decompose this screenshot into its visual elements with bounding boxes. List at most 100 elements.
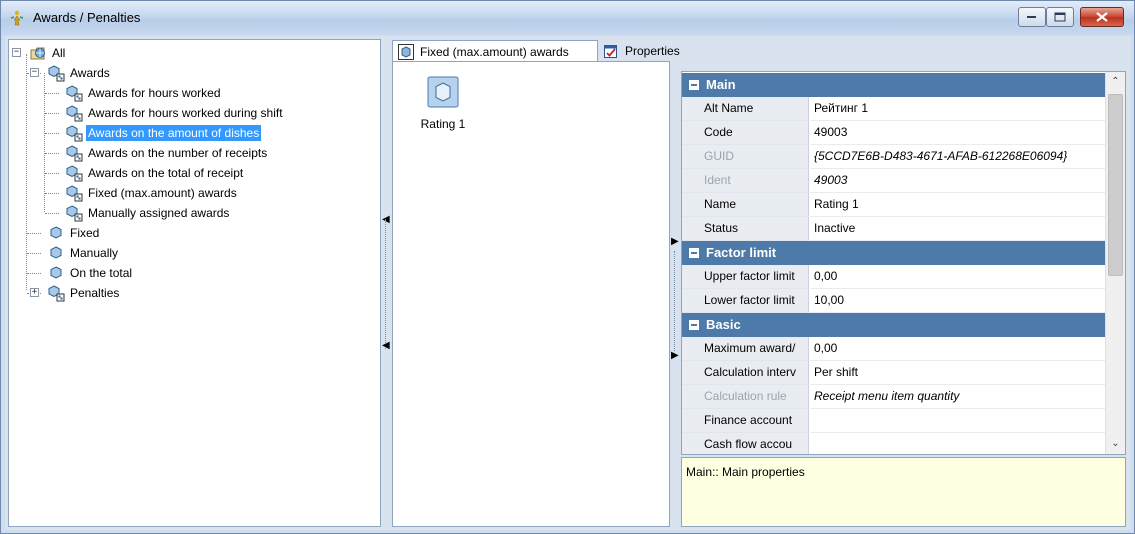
folder-globe-icon <box>30 47 45 60</box>
collapse-icon[interactable] <box>689 80 699 90</box>
property-row-finance-account[interactable]: Finance account <box>682 409 1105 433</box>
scroll-up-icon[interactable]: ⌃ <box>1106 72 1125 92</box>
tree-item-label: Fixed (max.amount) awards <box>88 186 237 200</box>
properties-icon <box>604 45 617 58</box>
category-factor-limit[interactable]: Factor limit <box>682 241 1105 265</box>
property-name: GUID <box>682 145 809 169</box>
list-item-label: Rating 1 <box>420 117 466 131</box>
tab-label: Fixed (max.amount) awards <box>420 44 569 59</box>
category-label: Factor limit <box>706 245 777 260</box>
property-row-calculation-interv[interactable]: Calculation interv Per shift <box>682 361 1105 385</box>
maximize-button[interactable] <box>1046 7 1074 27</box>
property-row-cash-flow-accou[interactable]: Cash flow accou <box>682 433 1105 454</box>
group-node-icon <box>66 205 83 222</box>
property-grid[interactable]: ⌃ ⌄ Main Alt Name Рейтинг 1 Code 49003 GUID {5… <box>681 71 1126 455</box>
tree-item-penalties[interactable]: Penalties <box>47 283 121 303</box>
property-name: Status <box>682 217 809 241</box>
node-icon <box>50 226 62 239</box>
property-description: Main:: Main properties <box>681 457 1126 527</box>
property-name: Calculation interv <box>682 361 809 385</box>
tree-item-label: Manually assigned awards <box>88 206 230 220</box>
tree-item-awards-on-the-number-of-receipts[interactable]: Awards on the number of receipts <box>65 143 269 163</box>
collapse-icon[interactable]: − <box>30 68 39 77</box>
property-value: 49003 <box>810 169 1105 193</box>
tree-item-manually-assigned-awards[interactable]: Manually assigned awards <box>65 203 231 223</box>
client-area: All − Awards − Awards for hours worked Awards… <box>5 36 1131 530</box>
tree-item-awards-on-the-amount-of-dishes[interactable]: Awards on the amount of dishes <box>65 123 262 143</box>
property-row-calculation-rule[interactable]: Calculation rule Receipt menu item quanti… <box>682 385 1105 409</box>
property-row-alt-name[interactable]: Alt Name Рейтинг 1 <box>682 97 1105 121</box>
expand-right-icon-2[interactable]: ▶ <box>671 351 679 361</box>
tab-properties[interactable]: Properties <box>598 40 698 62</box>
property-row-upper-factor-limit[interactable]: Upper factor limit 0,00 <box>682 265 1105 289</box>
category-basic[interactable]: Basic <box>682 313 1105 337</box>
tree-item-manually[interactable]: Manually <box>47 243 120 263</box>
property-value[interactable]: Рейтинг 1 <box>810 97 1105 121</box>
scroll-down-icon[interactable]: ⌄ <box>1106 434 1125 454</box>
expand-right-icon[interactable]: ▶ <box>671 237 679 247</box>
minimize-button[interactable] <box>1018 7 1046 27</box>
collapse-left-icon-2[interactable]: ◀ <box>382 341 390 351</box>
expand-icon[interactable]: + <box>30 288 39 297</box>
property-row-lower-factor-limit[interactable]: Lower factor limit 10,00 <box>682 289 1105 313</box>
tree-connector <box>26 54 27 290</box>
property-row-name[interactable]: Name Rating 1 <box>682 193 1105 217</box>
tree-connector <box>45 93 59 94</box>
tree-connector <box>45 113 59 114</box>
group-node-icon <box>66 105 83 122</box>
property-value[interactable]: 10,00 <box>810 289 1105 313</box>
group-node-icon <box>66 125 83 142</box>
group-node-icon <box>48 285 65 302</box>
left-splitter[interactable]: ◀ ◀ <box>381 39 391 527</box>
property-row-guid[interactable]: GUID {5CCD7E6B-D483-4671-AFAB-612268E0609… <box>682 145 1105 169</box>
tree-item-label: Awards on the amount of dishes <box>86 125 262 141</box>
property-row-code[interactable]: Code 49003 <box>682 121 1105 145</box>
group-node-icon <box>66 145 83 162</box>
collapse-icon[interactable] <box>689 320 699 330</box>
property-value[interactable] <box>810 409 1105 433</box>
tree-item-awards-on-the-total-of-receipt[interactable]: Awards on the total of receipt <box>65 163 245 183</box>
tab-strip: Fixed (max.amount) awards Properties <box>392 40 1127 62</box>
list-item-rating-1[interactable]: Rating 1 <box>413 76 473 131</box>
property-value[interactable]: Rating 1 <box>810 193 1105 217</box>
property-row-maximum-award[interactable]: Maximum award/0,00 <box>682 337 1105 361</box>
collapse-icon[interactable]: − <box>12 48 21 57</box>
property-value[interactable]: Per shift <box>810 361 1105 385</box>
items-list[interactable]: Rating 1 <box>392 61 670 527</box>
property-value[interactable]: 0,00 <box>810 265 1105 289</box>
tree-item-all[interactable]: All <box>29 43 67 63</box>
tree-item-awards-for-hours-worked-during-shift[interactable]: Awards for hours worked during shift <box>65 103 285 123</box>
tree-item-awards[interactable]: Awards <box>47 63 112 83</box>
close-button[interactable] <box>1080 7 1124 27</box>
tab-fixed-awards[interactable]: Fixed (max.amount) awards <box>392 40 598 62</box>
property-name: Finance account <box>682 409 809 433</box>
group-node-icon <box>66 185 83 202</box>
property-name: Code <box>682 121 809 145</box>
property-value[interactable] <box>810 433 1105 454</box>
scrollbar-thumb[interactable] <box>1108 94 1123 276</box>
property-name: Maximum award/ <box>682 337 809 361</box>
collapse-icon[interactable] <box>689 248 699 258</box>
category-tree[interactable]: All − Awards − Awards for hours worked Awards… <box>8 39 381 527</box>
window-title: Awards / Penalties <box>33 10 141 25</box>
property-row-ident[interactable]: Ident 49003 <box>682 169 1105 193</box>
right-splitter[interactable]: ▶ ▶ <box>670 61 680 527</box>
tree-item-fixed-max-amount-awards[interactable]: Fixed (max.amount) awards <box>65 183 239 203</box>
property-value[interactable]: Inactive <box>810 217 1105 241</box>
tree-item-awards-for-hours-worked[interactable]: Awards for hours worked <box>65 83 223 103</box>
vertical-scrollbar[interactable]: ⌃ ⌄ <box>1105 72 1125 454</box>
tree-connector <box>27 273 41 274</box>
maximize-icon <box>1054 12 1066 22</box>
property-name: Ident <box>682 169 809 193</box>
property-row-status[interactable]: Status Inactive <box>682 217 1105 241</box>
property-name: Upper factor limit <box>682 265 809 289</box>
tree-item-fixed[interactable]: Fixed <box>47 223 101 243</box>
property-value[interactable]: 49003 <box>810 121 1105 145</box>
tree-item-on-the-total[interactable]: On the total <box>47 263 134 283</box>
tree-connector <box>45 153 59 154</box>
property-value[interactable]: 0,00 <box>810 337 1105 361</box>
title-bar[interactable]: Awards / Penalties <box>1 1 1134 35</box>
category-main[interactable]: Main <box>682 73 1105 97</box>
tree-item-label: Awards for hours worked <box>88 86 221 100</box>
description-text: Main:: Main properties <box>686 465 805 479</box>
